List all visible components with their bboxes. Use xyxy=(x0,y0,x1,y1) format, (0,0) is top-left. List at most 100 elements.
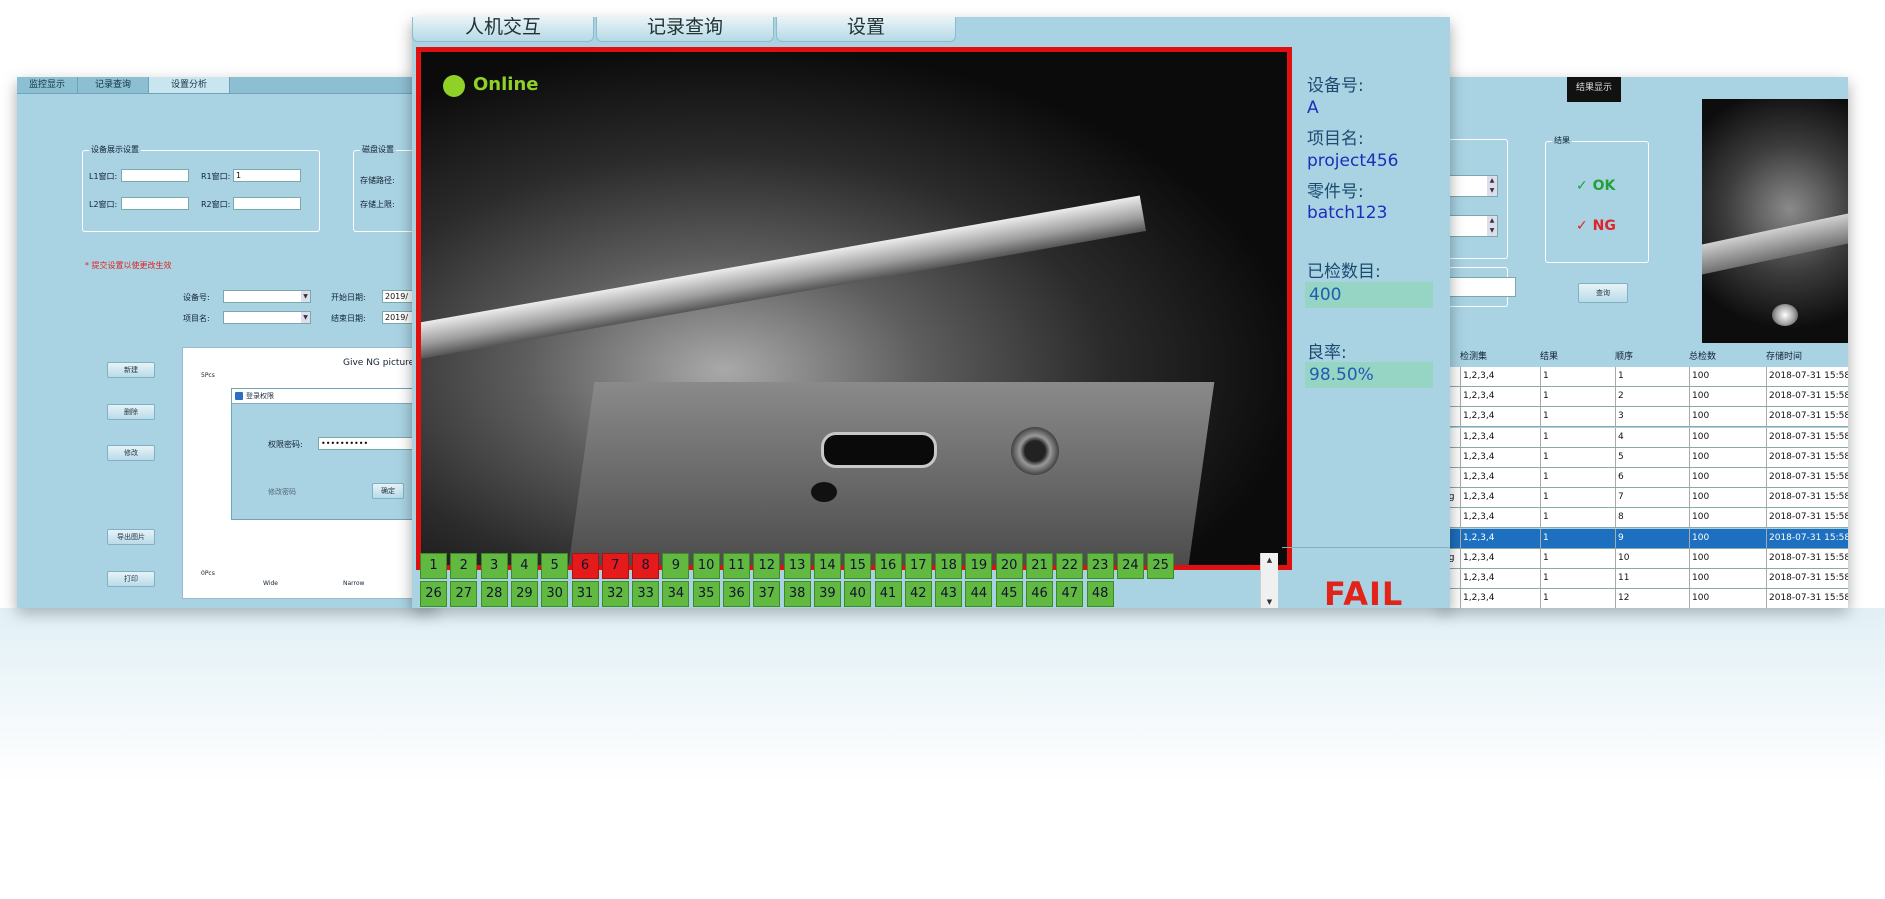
station-cell-pass[interactable]: 43 xyxy=(935,581,963,607)
table-row[interactable]: g1,2,3,41121002018-07-31 15:58:04 xyxy=(1440,589,1848,608)
window-title: 结果显示 xyxy=(1567,77,1621,102)
station-cell-pass[interactable]: 18 xyxy=(935,553,963,579)
table-row[interactable]: g1,2,3,4111002018-07-31 15:58:02 xyxy=(1440,367,1848,387)
part-number-value: batch123 xyxy=(1307,203,1388,223)
tab-monitor[interactable]: 监控显示 xyxy=(17,77,78,93)
table-row[interactable]: g1,2,3,4191002018-07-31 15:58:04 xyxy=(1440,528,1848,549)
station-cell-pass[interactable]: 23 xyxy=(1086,553,1114,579)
table-row[interactable]: g1,2,3,4131002018-07-31 15:58:03 xyxy=(1440,407,1848,428)
station-cell-pass[interactable]: 48 xyxy=(1086,581,1114,607)
station-cell-pass[interactable]: 24 xyxy=(1116,553,1144,579)
station-cell-pass[interactable]: 13 xyxy=(783,553,811,579)
table-cell-seq: 11 xyxy=(1615,569,1629,588)
divider xyxy=(1282,547,1450,548)
export-image-button[interactable]: 导出图片 xyxy=(107,529,155,545)
new-button[interactable]: 新建 xyxy=(107,362,155,378)
ok-checkbox[interactable]: ✓ OK xyxy=(1576,178,1615,194)
table-row[interactable]: g1,2,3,4161002018-07-31 15:58:03 xyxy=(1440,468,1848,488)
station-cell-pass[interactable]: 41 xyxy=(874,581,902,607)
station-cell-pass[interactable]: 27 xyxy=(450,581,478,607)
delete-button[interactable]: 删除 xyxy=(107,404,155,420)
station-cell-pass[interactable]: 19 xyxy=(965,553,993,579)
table-row[interactable]: g1,2,3,4141002018-07-31 15:58:03 xyxy=(1440,427,1848,448)
station-cell-pass[interactable]: 33 xyxy=(632,581,660,607)
station-cell-pass[interactable]: 39 xyxy=(813,581,841,607)
table-row[interactable]: g1,2,3,4181002018-07-31 15:58:04 xyxy=(1440,508,1848,529)
station-cell-pass[interactable]: 5 xyxy=(541,553,569,579)
tab-settings-analysis[interactable]: 设置分析 xyxy=(149,77,230,93)
device-select[interactable]: ▼ xyxy=(223,290,311,303)
table-cell-total: 100 xyxy=(1689,589,1709,608)
station-cell-pass[interactable]: 44 xyxy=(965,581,993,607)
table-row[interactable]: ng1,2,3,41101002018-07-31 15:58:04 xyxy=(1440,548,1848,569)
station-cell-pass[interactable]: 4 xyxy=(510,553,538,579)
station-cell-pass[interactable]: 47 xyxy=(1056,581,1084,607)
table-row[interactable]: g1,2,3,4151002018-07-31 15:58:03 xyxy=(1440,447,1848,468)
station-cell-fail[interactable]: 8 xyxy=(632,553,660,579)
col-header-set: 检测集 xyxy=(1460,352,1488,362)
filter-text-input[interactable] xyxy=(1440,277,1516,297)
scroll-down-icon[interactable]: ▼ xyxy=(1261,595,1278,608)
station-cell-pass[interactable]: 22 xyxy=(1056,553,1084,579)
table-row[interactable]: g1,2,3,41111002018-07-31 15:58:04 xyxy=(1440,569,1848,589)
app-icon xyxy=(235,392,243,400)
disk-limit-label: 存储上限: xyxy=(360,200,395,209)
station-cell-pass[interactable]: 31 xyxy=(571,581,599,607)
station-cell-pass[interactable]: 29 xyxy=(510,581,538,607)
station-cell-pass[interactable]: 26 xyxy=(420,581,447,607)
station-cell-pass[interactable]: 40 xyxy=(844,581,872,607)
station-cell-pass[interactable]: 37 xyxy=(753,581,781,607)
results-window: 结果显示 ▲ ▼ ▲ ▼ 结果 ✓ OK ✓ NG 查询 检测集 结果 顺序 总检数… xyxy=(1440,77,1848,608)
tab-hmi[interactable]: 人机交互 xyxy=(412,17,594,42)
station-cell-pass[interactable]: 34 xyxy=(662,581,690,607)
print-button[interactable]: 打印 xyxy=(107,571,155,587)
station-cell-pass[interactable]: 16 xyxy=(874,553,902,579)
table-cell-total: 100 xyxy=(1689,427,1709,447)
ng-checkbox[interactable]: ✓ NG xyxy=(1576,218,1616,234)
station-cell-pass[interactable]: 36 xyxy=(723,581,750,607)
station-cell-pass[interactable]: 45 xyxy=(995,581,1023,607)
table-row[interactable]: ng1,2,3,4171002018-07-31 15:58:03 xyxy=(1440,488,1848,509)
l2-input[interactable] xyxy=(121,197,189,210)
station-cell-pass[interactable]: 2 xyxy=(450,553,478,579)
change-password-link[interactable]: 修改密码 xyxy=(268,487,296,497)
edit-button[interactable]: 修改 xyxy=(107,445,155,461)
confirm-button[interactable]: 确定 xyxy=(372,483,404,499)
tab-record-query[interactable]: 记录查询 xyxy=(596,17,774,42)
station-cell-pass[interactable]: 20 xyxy=(995,553,1023,579)
station-cell-pass[interactable]: 21 xyxy=(1026,553,1053,579)
project-select[interactable]: ▼ xyxy=(223,311,311,324)
tab-records[interactable]: 记录查询 xyxy=(78,77,149,93)
station-cell-pass[interactable]: 42 xyxy=(904,581,932,607)
station-cell-fail[interactable]: 6 xyxy=(571,553,599,579)
group-title: 设备展示设置 xyxy=(89,144,141,155)
table-cell-time: 2018-07-31 15:58:04 xyxy=(1766,589,1848,608)
station-cell-pass[interactable]: 32 xyxy=(601,581,629,607)
station-cell-pass[interactable]: 28 xyxy=(480,581,508,607)
station-cell-pass[interactable]: 10 xyxy=(692,553,720,579)
station-cell-pass[interactable]: 3 xyxy=(480,553,508,579)
station-cell-pass[interactable]: 46 xyxy=(1026,581,1053,607)
station-cell-pass[interactable]: 17 xyxy=(904,553,932,579)
table-cell-set: 1,2,3,4 xyxy=(1460,508,1495,528)
r1-input[interactable]: 1 xyxy=(233,169,301,182)
station-cell-pass[interactable]: 1 xyxy=(420,553,447,579)
station-cell-pass[interactable]: 15 xyxy=(844,553,872,579)
station-cell-pass[interactable]: 11 xyxy=(723,553,750,579)
tab-settings[interactable]: 设置 xyxy=(776,17,956,42)
table-row[interactable]: g1,2,3,4121002018-07-31 15:58:03 xyxy=(1440,387,1848,408)
station-cell-pass[interactable]: 9 xyxy=(662,553,690,579)
grid-scrollbar[interactable]: ▲ ▼ xyxy=(1260,553,1278,608)
station-cell-pass[interactable]: 38 xyxy=(783,581,811,607)
station-cell-pass[interactable]: 12 xyxy=(753,553,781,579)
result-filter-group: 结果 ✓ OK ✓ NG xyxy=(1545,135,1649,263)
station-cell-pass[interactable]: 14 xyxy=(813,553,841,579)
station-cell-pass[interactable]: 25 xyxy=(1147,553,1175,579)
station-cell-pass[interactable]: 30 xyxy=(541,581,569,607)
query-button[interactable]: 查询 xyxy=(1578,283,1628,303)
scroll-up-icon[interactable]: ▲ xyxy=(1261,553,1278,567)
l1-input[interactable] xyxy=(121,169,189,182)
r2-input[interactable] xyxy=(233,197,301,210)
station-cell-pass[interactable]: 35 xyxy=(692,581,720,607)
station-cell-fail[interactable]: 7 xyxy=(601,553,629,579)
